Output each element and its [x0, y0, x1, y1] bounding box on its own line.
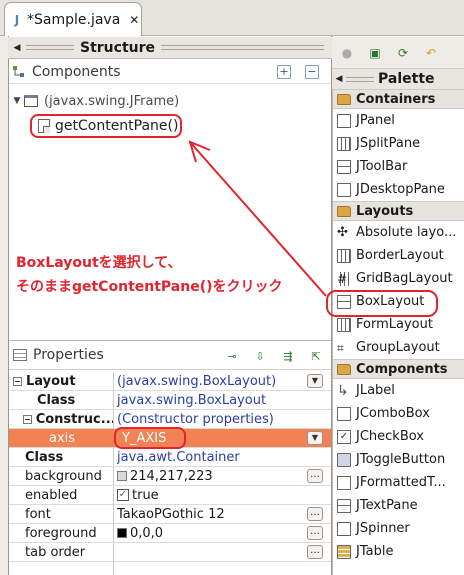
annotation-arrow	[188, 140, 327, 297]
